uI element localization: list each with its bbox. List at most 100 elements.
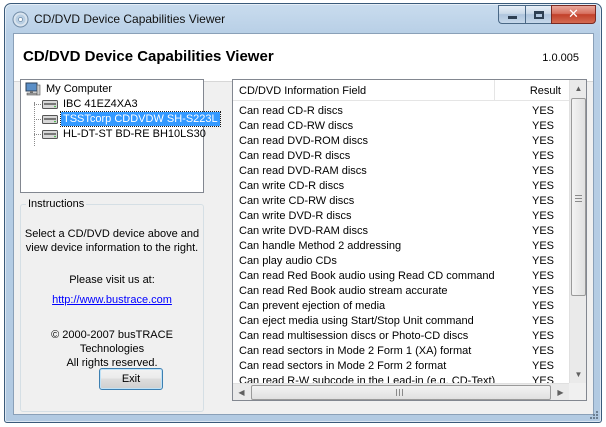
- list-row[interactable]: Can eject media using Start/Stop Unit co…: [233, 313, 569, 328]
- tree-item-device-3[interactable]: HL-DT-ST BD-RE BH10LS30: [42, 127, 208, 141]
- cell-field: Can write DVD-RAM discs: [239, 224, 368, 237]
- maximize-icon: [533, 10, 544, 19]
- list-row[interactable]: Can read DVD-R discs YES: [233, 148, 569, 163]
- grip-icon: [396, 389, 403, 396]
- cell-result: YES: [531, 284, 554, 297]
- cell-result: YES: [531, 359, 554, 372]
- list-row[interactable]: Can read Red Book audio using Read CD co…: [233, 268, 569, 283]
- list-row[interactable]: Can write DVD-R discs YES: [233, 208, 569, 223]
- website-link[interactable]: http://www.bustrace.com: [52, 294, 172, 306]
- vertical-scrollbar[interactable]: ▲ ▼: [569, 80, 586, 383]
- list-row[interactable]: Can read Red Book audio stream accurate Y…: [233, 283, 569, 298]
- list-row[interactable]: Can prevent ejection of media YES: [233, 298, 569, 313]
- scroll-left-icon[interactable]: ◀: [233, 384, 250, 400]
- grip-icon: [575, 195, 582, 202]
- header-banner: CD/DVD Device Capabilities Viewer 1.0.00…: [14, 34, 593, 82]
- device-label-selected: TSSTcorp CDDVDW SH-S223L: [60, 111, 221, 127]
- minimize-icon: [507, 16, 517, 19]
- cell-result: YES: [531, 149, 554, 162]
- device-label: HL-DT-ST BD-RE BH10LS30: [63, 128, 206, 140]
- vertical-scroll-thumb[interactable]: [571, 98, 586, 296]
- caption-buttons: ✕: [498, 5, 596, 25]
- tree-connector: [34, 102, 35, 146]
- cell-field: Can read DVD-RAM discs: [239, 164, 367, 177]
- list-header: CD/DVD Information Field Result: [233, 80, 569, 101]
- scroll-right-icon[interactable]: ▶: [552, 384, 569, 400]
- cell-result: YES: [531, 194, 554, 207]
- capabilities-list[interactable]: CD/DVD Information Field Result Can read…: [232, 79, 587, 401]
- list-row[interactable]: Can write DVD-RAM discs YES: [233, 223, 569, 238]
- column-header-result[interactable]: Result: [495, 80, 569, 101]
- cell-result: YES: [531, 119, 554, 132]
- cell-result: YES: [531, 269, 554, 282]
- optical-drive-icon: [42, 129, 58, 139]
- cell-result: YES: [531, 104, 554, 117]
- cell-result: YES: [531, 254, 554, 267]
- list-row[interactable]: Can read sectors in Mode 2 Form 1 (XA) f…: [233, 343, 569, 358]
- tree-item-my-computer[interactable]: My Computer: [25, 82, 114, 96]
- list-row[interactable]: Can read multisession discs or Photo-CD …: [233, 328, 569, 343]
- list-body: Can read CD-R discs YES Can read CD-RW dis…: [233, 103, 569, 386]
- list-row[interactable]: Can handle Method 2 addressing YES: [233, 238, 569, 253]
- instructions-text: Select a CD/DVD device above and view de…: [21, 227, 203, 255]
- cell-result: YES: [531, 329, 554, 342]
- scroll-up-icon[interactable]: ▲: [570, 80, 586, 97]
- resize-grip-icon[interactable]: [589, 410, 599, 420]
- cell-result: YES: [531, 344, 554, 357]
- list-row[interactable]: Can read CD-RW discs YES: [233, 118, 569, 133]
- instructions-line: view device information to the right.: [25, 242, 199, 254]
- device-label: IBC 41EZ4XA3: [63, 98, 138, 110]
- column-header-field[interactable]: CD/DVD Information Field: [233, 80, 495, 101]
- list-row[interactable]: Can read DVD-ROM discs YES: [233, 133, 569, 148]
- instructions-line: Select a CD/DVD device above and: [24, 228, 200, 240]
- scroll-down-icon[interactable]: ▼: [570, 366, 586, 383]
- cell-field: Can play audio CDs: [239, 254, 337, 267]
- list-row[interactable]: Can play audio CDs YES: [233, 253, 569, 268]
- device-tree[interactable]: My Computer IBC 41EZ4XA3 TSSTcorp CDDVDW…: [20, 79, 221, 193]
- cell-field: Can write DVD-R discs: [239, 209, 352, 222]
- cell-result: YES: [531, 299, 554, 312]
- tree-root-label: My Computer: [46, 83, 113, 95]
- cell-field: Can eject media using Start/Stop Unit co…: [239, 314, 474, 327]
- cell-field: Can read DVD-ROM discs: [239, 134, 368, 147]
- exit-button-label: Exit: [121, 373, 141, 385]
- list-row[interactable]: Can read CD-R discs YES: [233, 103, 569, 118]
- cell-field: Can prevent ejection of media: [239, 299, 386, 312]
- instructions-legend: Instructions: [26, 198, 87, 210]
- list-row[interactable]: Can write CD-R discs YES: [233, 178, 569, 193]
- horizontal-scrollbar[interactable]: ◀ ▶: [233, 383, 569, 400]
- scrollbar-corner: [569, 383, 586, 400]
- page-title: CD/DVD Device Capabilities Viewer: [23, 48, 274, 65]
- optical-drive-icon: [42, 114, 58, 124]
- cell-result: YES: [531, 314, 554, 327]
- client-area: CD/DVD Device Capabilities Viewer 1.0.00…: [13, 33, 594, 415]
- optical-drive-icon: [42, 99, 58, 109]
- website-link-row: http://www.bustrace.com: [21, 293, 203, 307]
- cell-field: Can read sectors in Mode 2 Form 2 format: [239, 359, 447, 372]
- tree-item-device-1[interactable]: IBC 41EZ4XA3: [42, 97, 140, 111]
- tree-item-device-2[interactable]: TSSTcorp CDDVDW SH-S223L: [42, 111, 221, 127]
- title-bar[interactable]: CD/DVD Device Capabilities Viewer ✕: [5, 4, 601, 34]
- cell-result: YES: [531, 224, 554, 237]
- list-row[interactable]: Can write CD-RW discs YES: [233, 193, 569, 208]
- minimize-button[interactable]: [498, 5, 525, 24]
- column-header-result-label: Result: [529, 84, 561, 97]
- horizontal-scroll-thumb[interactable]: [251, 385, 551, 400]
- exit-button[interactable]: Exit: [99, 368, 163, 390]
- cell-result: YES: [531, 239, 554, 252]
- copyright-line: © 2000-2007 busTRACE Technologies: [51, 329, 173, 355]
- column-header-field-label: CD/DVD Information Field: [239, 84, 367, 97]
- cell-field: Can read sectors in Mode 2 Form 1 (XA) f…: [239, 344, 472, 357]
- list-row[interactable]: Can read DVD-RAM discs YES: [233, 163, 569, 178]
- cell-field: Can write CD-R discs: [239, 179, 345, 192]
- computer-icon: [25, 82, 41, 96]
- app-window: CD/DVD Device Capabilities Viewer ✕ CD/D…: [4, 3, 602, 423]
- list-row[interactable]: Can read sectors in Mode 2 Form 2 format…: [233, 358, 569, 373]
- cell-result: YES: [531, 164, 554, 177]
- cell-field: Can read multisession discs or Photo-CD …: [239, 329, 469, 342]
- app-disc-icon: [12, 11, 29, 28]
- maximize-button[interactable]: [525, 5, 551, 24]
- cell-result: YES: [531, 209, 554, 222]
- cell-field: Can read CD-R discs: [239, 104, 343, 117]
- close-button[interactable]: ✕: [551, 5, 596, 24]
